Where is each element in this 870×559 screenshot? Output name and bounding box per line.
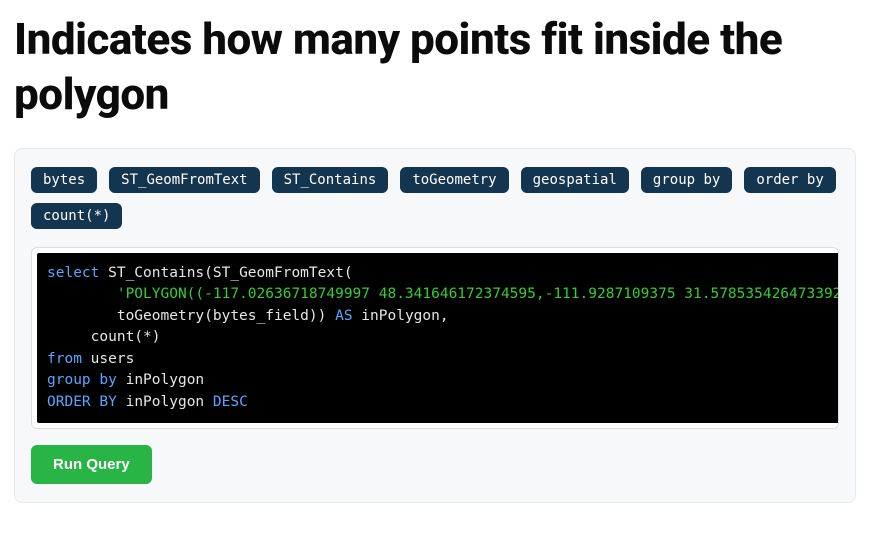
- tag[interactable]: bytes: [31, 167, 97, 193]
- run-query-button[interactable]: Run Query: [31, 445, 152, 484]
- query-panel: bytes ST_GeomFromText ST_Contains toGeom…: [14, 148, 856, 503]
- tag[interactable]: order by: [744, 167, 835, 193]
- tag-list: bytes ST_GeomFromText ST_Contains toGeom…: [31, 167, 839, 229]
- tag[interactable]: group by: [641, 167, 732, 193]
- tag[interactable]: toGeometry: [400, 167, 508, 193]
- tag[interactable]: ST_Contains: [272, 167, 389, 193]
- code-scroll-container[interactable]: select ST_Contains(ST_GeomFromText( 'POL…: [31, 247, 839, 429]
- sql-code-block: select ST_Contains(ST_GeomFromText( 'POL…: [37, 253, 839, 423]
- page-title: Indicates how many points fit inside the…: [14, 12, 856, 122]
- tag[interactable]: count(*): [31, 203, 122, 229]
- tag[interactable]: ST_GeomFromText: [109, 167, 259, 193]
- tag[interactable]: geospatial: [521, 167, 629, 193]
